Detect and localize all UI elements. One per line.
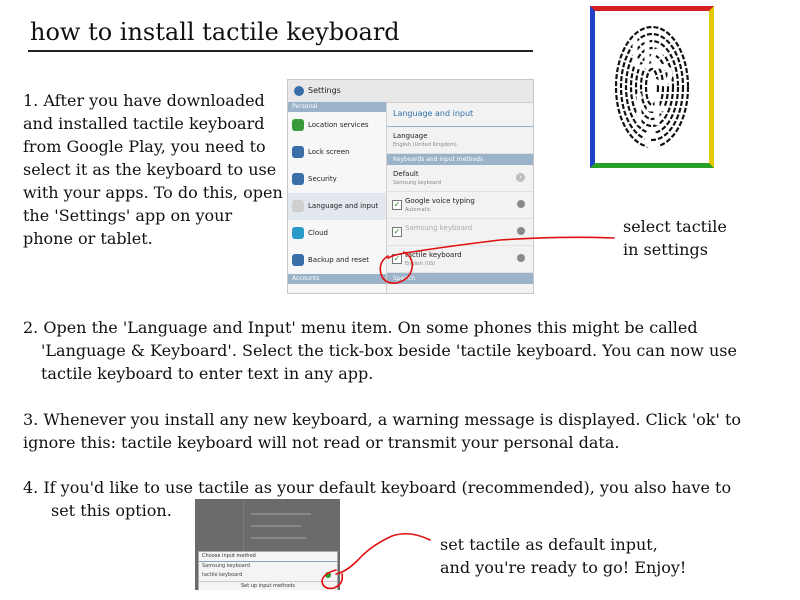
step-2-line-3: tactile keyboard to enter text in any ap…: [41, 364, 374, 383]
tactile-keyboard-label: tactile keyboard: [405, 251, 462, 259]
divider: [251, 525, 301, 527]
checkbox-icon: ✓: [392, 200, 402, 210]
section-accounts: Accounts: [288, 274, 386, 284]
language-row: Language English (United Kingdom): [387, 127, 533, 154]
sidebar-item-cloud: Cloud: [288, 220, 386, 247]
sidebar-item-label: Language and input: [308, 202, 379, 210]
step-4-line-2: set this option.: [51, 501, 172, 520]
fingerprint-logo: [590, 6, 714, 168]
location-icon: [292, 119, 304, 131]
divider: [251, 513, 311, 515]
sidebar-item-label: Lock screen: [308, 148, 350, 156]
samsung-keyboard-label: Samsung keyboard: [405, 224, 473, 232]
dialog-title: Choose input method: [199, 552, 337, 562]
settings-annotation-line-2: in settings: [623, 240, 708, 259]
settings-header-label: Settings: [308, 86, 341, 95]
sidebar-item-lock-screen: Lock screen: [288, 139, 386, 166]
page-title: how to install tactile keyboard: [30, 18, 400, 46]
right-pane-title: Language and input: [387, 102, 533, 127]
gear-icon: [517, 227, 525, 235]
step-3-text: 3. Whenever you install any new keyboard…: [23, 408, 743, 454]
title-underline: [28, 50, 533, 52]
sidebar-item-label: Backup and reset: [308, 256, 370, 264]
step-4-line-1: 4. If you'd like to use tactile as your …: [23, 478, 732, 497]
input-method-dialog: Choose input method Samsung keyboard tac…: [198, 551, 338, 590]
step-3-line-1: 3. Whenever you install any new keyboard…: [23, 410, 742, 429]
sidebar-item-label: Location services: [308, 121, 369, 129]
settings-screenshot: Settings Personal Location services Lock…: [287, 79, 534, 294]
sidebar-item-label: Cloud: [308, 229, 328, 237]
step-3-line-2: ignore this: tactile keyboard will not r…: [23, 433, 620, 452]
step-4-text: 4. If you'd like to use tactile as your …: [23, 476, 743, 522]
sidebar-item-security: Security: [288, 166, 386, 193]
samsung-keyboard-row: ✓ Samsung keyboard: [387, 219, 533, 246]
default-value: Samsung keyboard: [393, 180, 442, 186]
divider: [251, 537, 306, 539]
settings-right-pane: Language and input Language English (Uni…: [387, 102, 533, 293]
sidebar-item-backup: Backup and reset: [288, 247, 386, 274]
lock-icon: [292, 146, 304, 158]
gear-icon: [294, 85, 304, 96]
step-2-text: 2. Open the 'Language and Input' menu it…: [23, 316, 743, 385]
section-speech: Speech: [387, 273, 533, 284]
cloud-icon: [292, 227, 304, 239]
google-voice-row: ✓ Google voice typing Automatic: [387, 192, 533, 219]
default-label: Default: [393, 170, 419, 178]
step-1-text: 1. After you have downloaded and install…: [23, 91, 283, 248]
chevron-right-icon: ›: [516, 173, 525, 182]
checkbox-icon: ✓: [392, 254, 402, 264]
sidebar-item-label: Security: [308, 175, 337, 183]
default-row: Default Samsung keyboard ›: [387, 165, 533, 192]
settings-annotation: select tactile in settings: [623, 215, 727, 261]
gear-icon: [517, 200, 525, 208]
fingerprint-icon: [614, 25, 690, 149]
dialog-option-label: tactile keyboard: [202, 572, 243, 578]
language-value: English (United Kingdom): [393, 142, 457, 148]
settings-left-pane: Personal Location services Lock screen S…: [288, 102, 387, 293]
default-annotation-line-1: set tactile as default input,: [440, 535, 658, 554]
sidebar-item-location: Location services: [288, 112, 386, 139]
google-voice-value: Automatic: [405, 207, 431, 213]
checkbox-icon: ✓: [392, 227, 402, 237]
language-label: Language: [393, 132, 428, 140]
default-annotation: set tactile as default input, and you're…: [440, 533, 686, 579]
security-icon: [292, 173, 304, 185]
section-personal: Personal: [288, 102, 386, 112]
page: how to install tactile keyboard 1. After: [0, 0, 800, 600]
step-2-line-2: 'Language & Keyboard'. Select the tick-b…: [41, 341, 737, 360]
default-annotation-line-2: and you're ready to go! Enjoy!: [440, 558, 687, 577]
dialog-option-tactile: tactile keyboard: [199, 571, 337, 580]
default-keyboard-screenshot: Choose input method Samsung keyboard tac…: [195, 499, 340, 590]
gear-icon: [517, 254, 525, 262]
radio-selected-icon: [325, 572, 331, 578]
dialog-option-samsung: Samsung keyboard: [202, 563, 251, 569]
backup-icon: [292, 254, 304, 266]
settings-header: Settings: [288, 80, 533, 103]
setup-input-methods-button: Set up input methods: [199, 581, 337, 590]
google-voice-label: Google voice typing: [405, 197, 475, 205]
step-2-line-1: 2. Open the 'Language and Input' menu it…: [23, 318, 698, 337]
default-pointer-line: [335, 532, 431, 575]
section-keyboards: Keyboards and input methods: [387, 154, 533, 165]
tactile-keyboard-value: English (US): [405, 261, 436, 267]
language-icon: [292, 200, 304, 212]
settings-annotation-line-1: select tactile: [623, 217, 727, 236]
tactile-keyboard-row: ✓ tactile keyboard English (US): [387, 246, 533, 273]
sidebar-item-language: Language and input: [288, 193, 386, 220]
